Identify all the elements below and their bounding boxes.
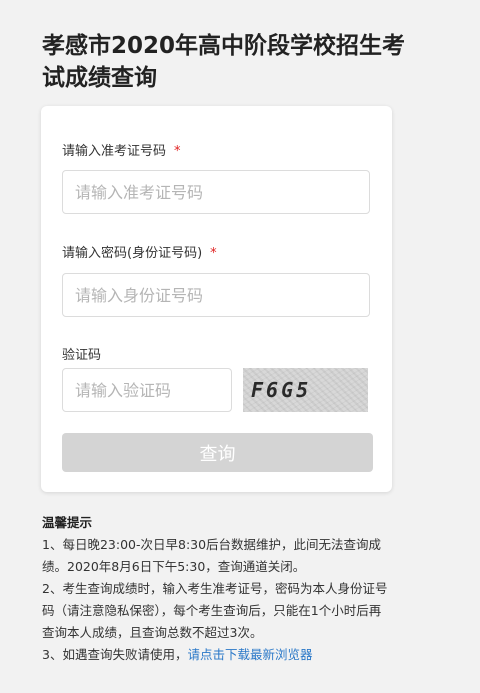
password-label-text: 请输入密码(身份证号码) <box>62 246 203 261</box>
password-input[interactable] <box>62 273 370 317</box>
tips-line-3-text: 3、如遇查询失败请使用， <box>42 647 188 662</box>
download-browser-link[interactable]: 请点击下载最新浏览器 <box>187 647 312 662</box>
exam-id-label-text: 请输入准考证号码 <box>62 144 167 159</box>
tips-line-3: 3、如遇查询失败请使用，请点击下载最新浏览器 <box>42 644 392 666</box>
required-mark: * <box>174 144 181 159</box>
query-button[interactable]: 查询 <box>62 433 373 472</box>
captcha-image[interactable]: F6G5 <box>243 368 368 412</box>
tips-line-2: 2、考生查询成绩时，输入考生准考证号，密码为本人身份证号码（请注意隐私保密），每… <box>42 581 388 640</box>
captcha-input[interactable] <box>62 368 232 412</box>
exam-id-input[interactable] <box>62 170 370 214</box>
tips-title: 温馨提示 <box>42 515 93 530</box>
exam-id-label: 请输入准考证号码 * <box>62 140 181 159</box>
tips-line-1: 1、每日晚23:00-次日早8:30后台数据维护，此间无法查询成绩。2020年8… <box>42 537 382 574</box>
page-title: 孝感市2020年高中阶段学校招生考试成绩查询 <box>42 33 406 91</box>
tips-section: 温馨提示 1、每日晚23:00-次日早8:30后台数据维护，此间无法查询成绩。2… <box>42 512 392 666</box>
required-mark: * <box>210 246 217 261</box>
password-label: 请输入密码(身份证号码) * <box>62 242 217 261</box>
query-form-card: 请输入准考证号码 * 请输入密码(身份证号码) * 验证码 F6G5 查询 <box>41 106 392 492</box>
captcha-label: 验证码 <box>62 348 102 363</box>
